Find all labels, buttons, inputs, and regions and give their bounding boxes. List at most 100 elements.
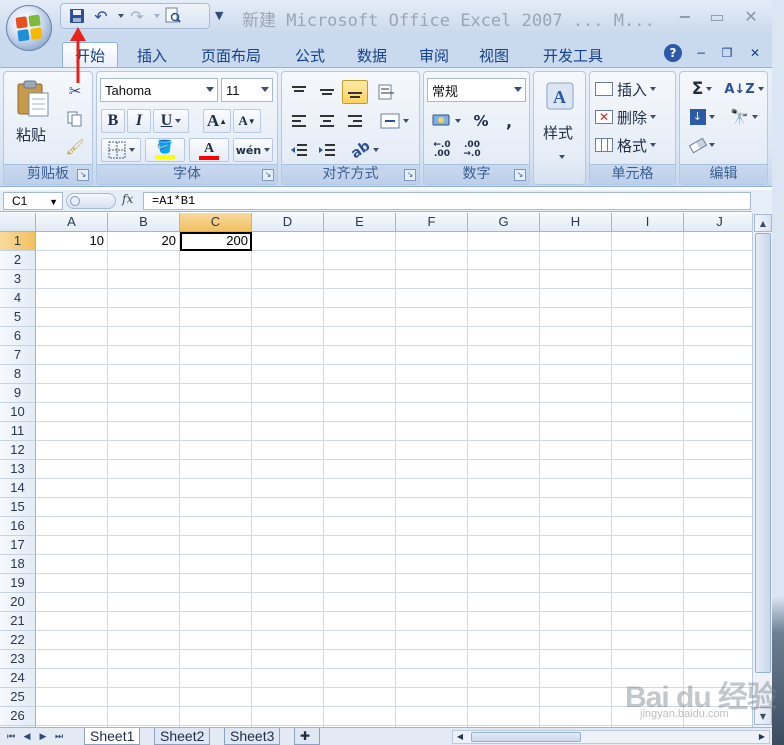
cell-f13[interactable] — [396, 460, 468, 479]
column-header-i[interactable]: I — [612, 213, 684, 232]
cell-g7[interactable] — [468, 346, 540, 365]
cell-a21[interactable] — [36, 612, 108, 631]
cell-c7[interactable] — [180, 346, 252, 365]
borders-button[interactable] — [101, 138, 141, 162]
cell-g22[interactable] — [468, 631, 540, 650]
cell-c13[interactable] — [180, 460, 252, 479]
cell-d21[interactable] — [252, 612, 324, 631]
cell-d18[interactable] — [252, 555, 324, 574]
cell-i4[interactable] — [612, 289, 684, 308]
cell-c3[interactable] — [180, 270, 252, 289]
shrink-font-button[interactable]: A ▼ — [233, 109, 261, 133]
sheet-tab-sheet3[interactable]: Sheet3 — [224, 728, 281, 745]
cell-d5[interactable] — [252, 308, 324, 327]
cell-c1[interactable]: 200 — [180, 232, 252, 251]
cell-i14[interactable] — [612, 479, 684, 498]
cell-h5[interactable] — [540, 308, 612, 327]
cell-a25[interactable] — [36, 688, 108, 707]
alignment-launcher-icon[interactable]: ↘ — [404, 169, 416, 181]
cell-g4[interactable] — [468, 289, 540, 308]
cell-b19[interactable] — [108, 574, 180, 593]
cell-e15[interactable] — [324, 498, 396, 517]
cell-b8[interactable] — [108, 365, 180, 384]
close-button[interactable]: ✕ — [738, 6, 764, 26]
cell-i8[interactable] — [612, 365, 684, 384]
styles-icon[interactable]: A — [540, 78, 580, 114]
merge-center-button[interactable] — [374, 109, 414, 133]
cell-c21[interactable] — [180, 612, 252, 631]
orientation-icon[interactable] — [374, 80, 400, 104]
scroll-up-icon[interactable]: ▲ — [754, 214, 772, 232]
align-right-icon[interactable] — [342, 109, 368, 133]
cell-e22[interactable] — [324, 631, 396, 650]
cell-g19[interactable] — [468, 574, 540, 593]
minimize-button[interactable]: − — [672, 6, 698, 26]
horizontal-scroll-thumb[interactable] — [471, 732, 581, 742]
cell-e11[interactable] — [324, 422, 396, 441]
cell-f24[interactable] — [396, 669, 468, 688]
cell-g5[interactable] — [468, 308, 540, 327]
cell-j12[interactable] — [684, 441, 752, 460]
cell-f7[interactable] — [396, 346, 468, 365]
decrease-indent-icon[interactable] — [286, 138, 312, 162]
cell-g18[interactable] — [468, 555, 540, 574]
cell-b18[interactable] — [108, 555, 180, 574]
first-sheet-icon[interactable]: ⏮ — [4, 730, 18, 744]
cell-h10[interactable] — [540, 403, 612, 422]
cell-c10[interactable] — [180, 403, 252, 422]
cell-j20[interactable] — [684, 593, 752, 612]
column-header-h[interactable]: H — [540, 213, 612, 232]
row-header-21[interactable]: 21 — [0, 612, 36, 631]
cell-a13[interactable] — [36, 460, 108, 479]
cell-e9[interactable] — [324, 384, 396, 403]
cell-c2[interactable] — [180, 251, 252, 270]
cell-i11[interactable] — [612, 422, 684, 441]
align-top-icon[interactable] — [286, 80, 312, 104]
row-header-6[interactable]: 6 — [0, 327, 36, 346]
column-header-j[interactable]: J — [684, 213, 752, 232]
cell-b4[interactable] — [108, 289, 180, 308]
styles-dropdown-icon[interactable] — [556, 148, 565, 163]
cell-d7[interactable] — [252, 346, 324, 365]
text-direction-button[interactable]: ab — [346, 138, 384, 162]
help-icon[interactable]: ? — [664, 44, 682, 62]
cell-b1[interactable]: 20 — [108, 232, 180, 251]
cell-g11[interactable] — [468, 422, 540, 441]
cell-c24[interactable] — [180, 669, 252, 688]
cell-b21[interactable] — [108, 612, 180, 631]
cell-b13[interactable] — [108, 460, 180, 479]
cell-e14[interactable] — [324, 479, 396, 498]
undo-dropdown-icon[interactable] — [115, 6, 124, 26]
cell-d10[interactable] — [252, 403, 324, 422]
cell-b17[interactable] — [108, 536, 180, 555]
cell-j5[interactable] — [684, 308, 752, 327]
cell-g15[interactable] — [468, 498, 540, 517]
cell-e26[interactable] — [324, 707, 396, 726]
fill-color-button[interactable]: 🪣 — [145, 138, 185, 162]
redo-dropdown-icon[interactable] — [151, 6, 160, 26]
cell-e16[interactable] — [324, 517, 396, 536]
cell-i5[interactable] — [612, 308, 684, 327]
cell-i10[interactable] — [612, 403, 684, 422]
insert-sheet-icon[interactable]: ✚ — [294, 728, 320, 745]
cell-j6[interactable] — [684, 327, 752, 346]
row-header-20[interactable]: 20 — [0, 593, 36, 612]
row-header-10[interactable]: 10 — [0, 403, 36, 422]
cell-h14[interactable] — [540, 479, 612, 498]
cell-f25[interactable] — [396, 688, 468, 707]
cell-c17[interactable] — [180, 536, 252, 555]
prev-sheet-icon[interactable]: ◀ — [20, 730, 34, 744]
cell-h3[interactable] — [540, 270, 612, 289]
cell-e5[interactable] — [324, 308, 396, 327]
cell-b26[interactable] — [108, 707, 180, 726]
cell-h19[interactable] — [540, 574, 612, 593]
cell-j13[interactable] — [684, 460, 752, 479]
cell-e20[interactable] — [324, 593, 396, 612]
cell-c12[interactable] — [180, 441, 252, 460]
copy-icon[interactable] — [64, 108, 86, 130]
font-color-button[interactable]: A — [189, 138, 229, 162]
cell-h23[interactable] — [540, 650, 612, 669]
cell-c15[interactable] — [180, 498, 252, 517]
cell-b5[interactable] — [108, 308, 180, 327]
cell-g23[interactable] — [468, 650, 540, 669]
